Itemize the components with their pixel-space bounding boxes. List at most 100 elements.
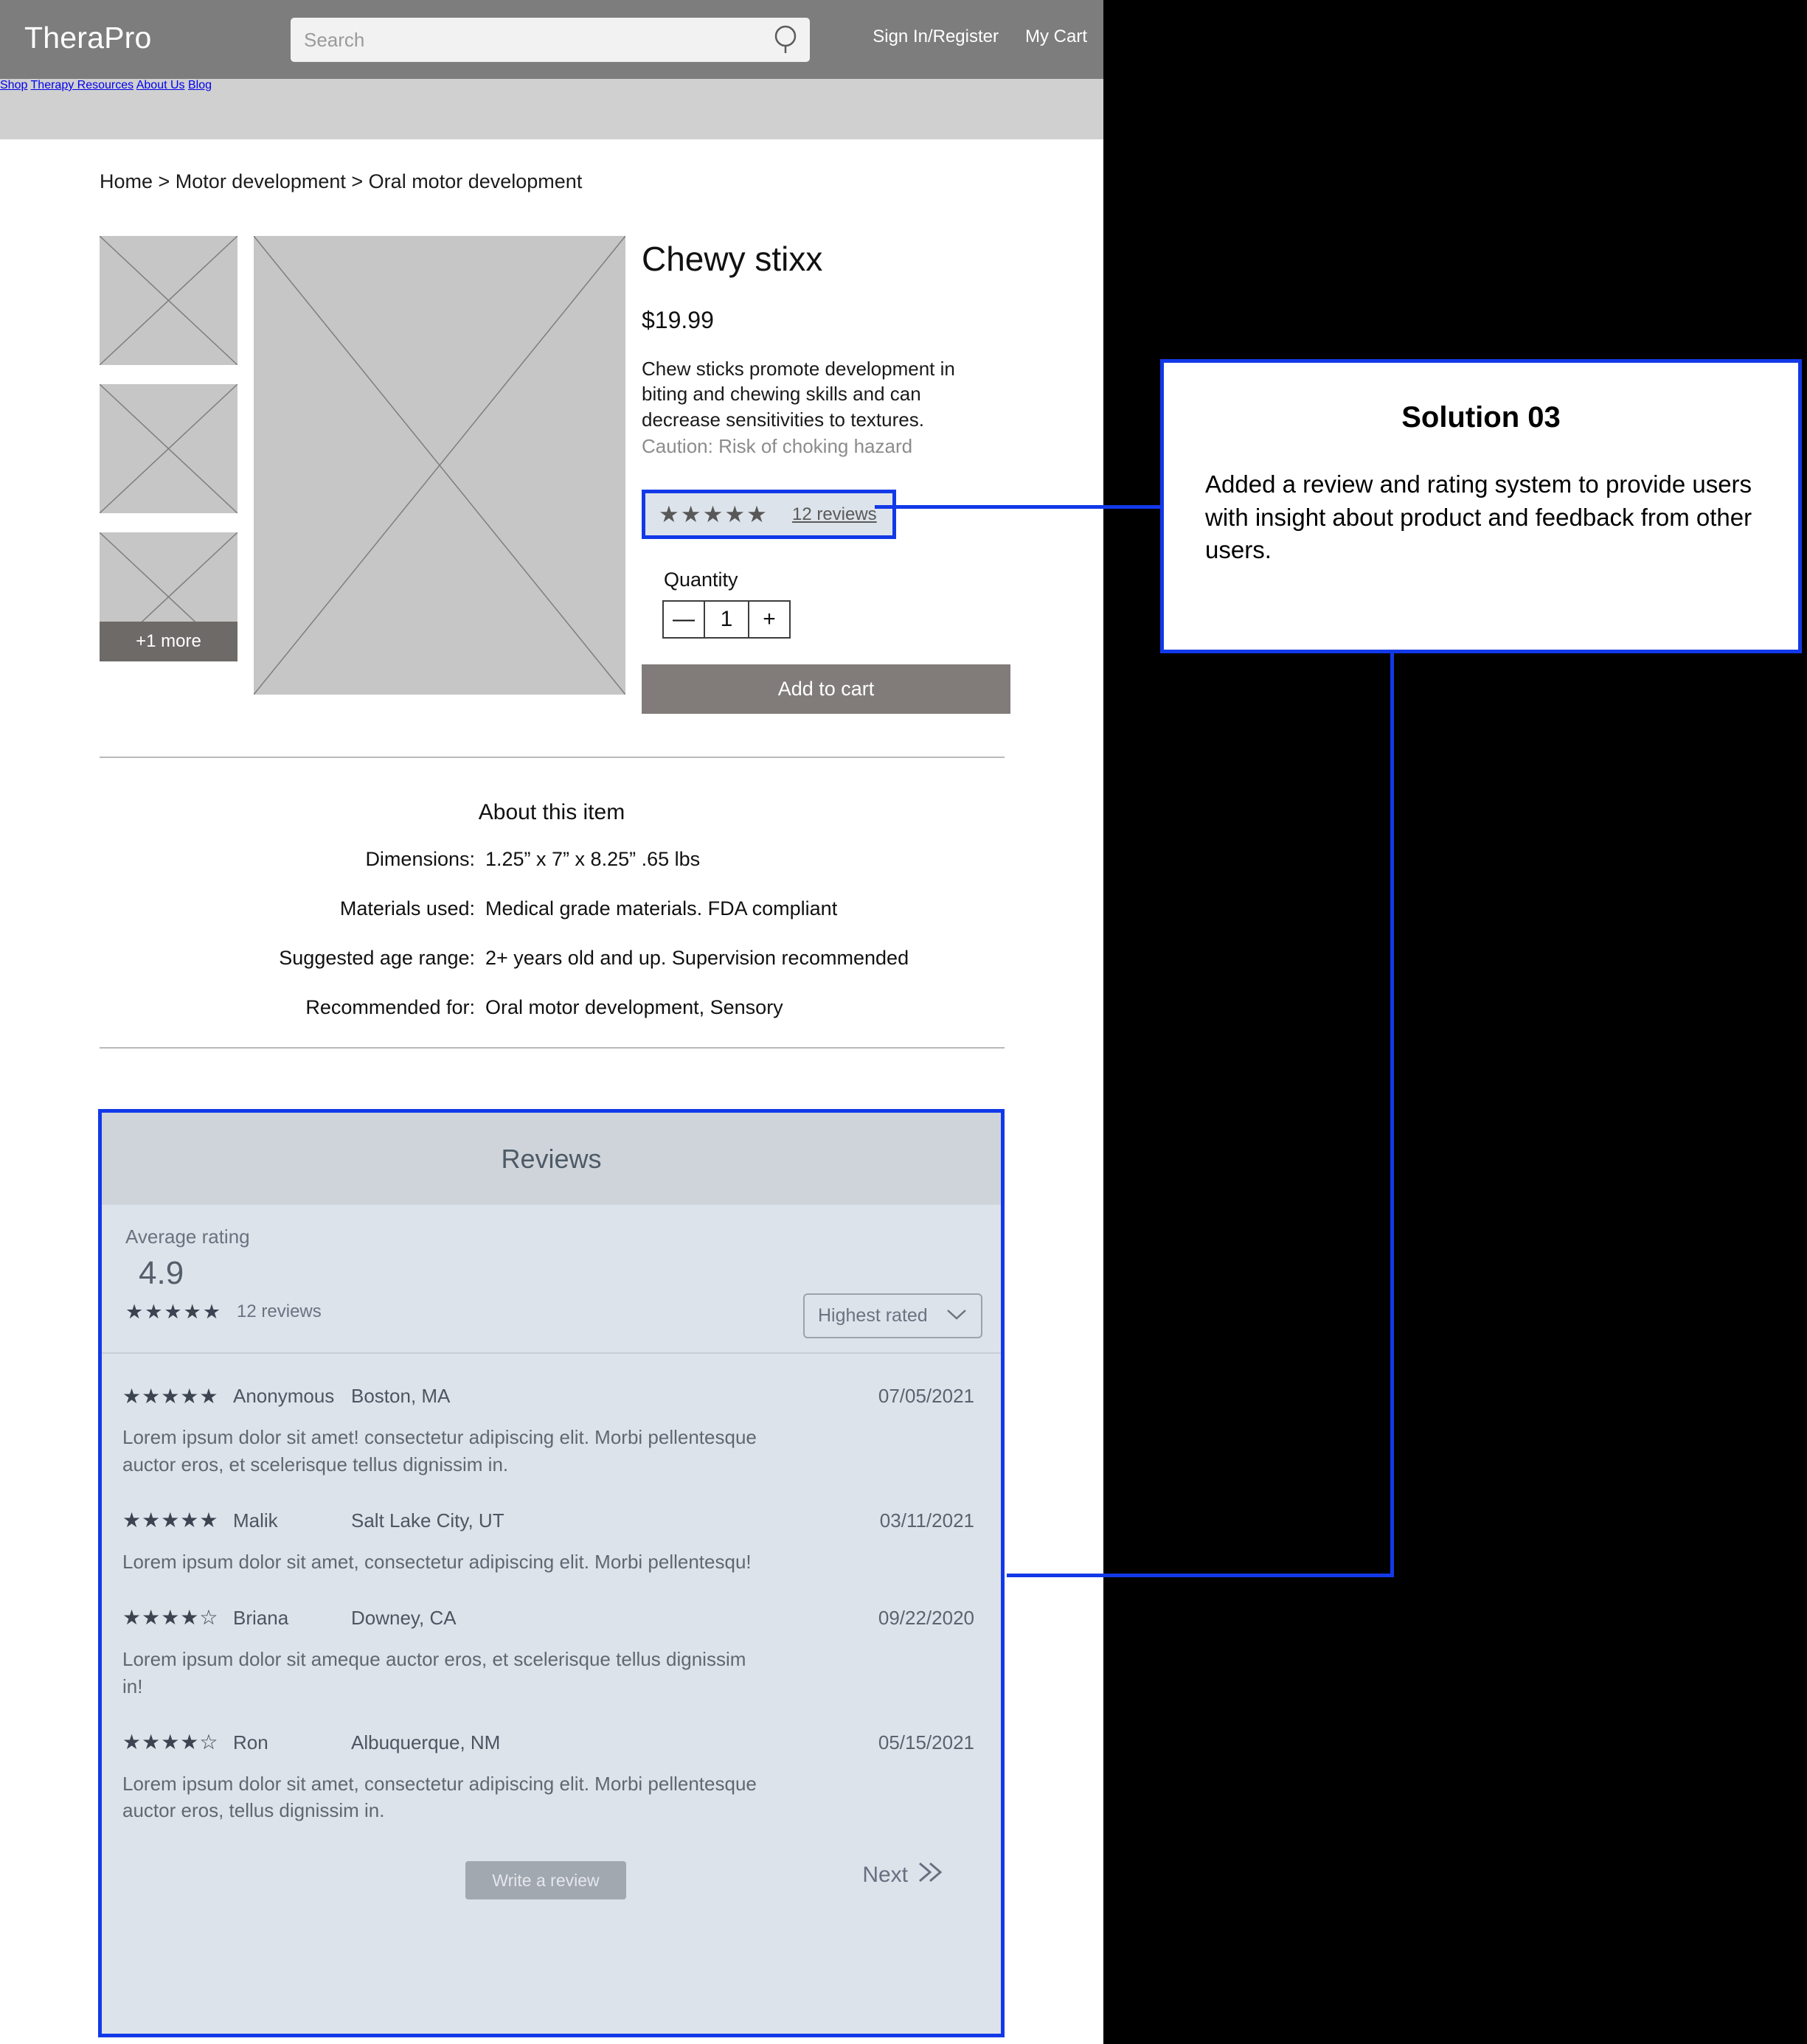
quantity-label: Quantity bbox=[664, 569, 738, 591]
annotation-callout: Solution 03 Added a review and rating sy… bbox=[1160, 359, 1802, 653]
callout-connector-segment-bottom bbox=[1007, 1574, 1394, 1577]
review-author: Malik bbox=[233, 1509, 278, 1532]
my-cart-link[interactable]: My Cart bbox=[1025, 27, 1087, 47]
review-author: Anonymous bbox=[233, 1385, 335, 1407]
reviews-count-link[interactable]: 12 reviews bbox=[792, 504, 877, 525]
search-input[interactable] bbox=[291, 28, 766, 52]
product-hero-image[interactable] bbox=[254, 236, 625, 695]
account-links: Sign In/Register My Cart bbox=[873, 27, 1087, 47]
reviews-heading: Reviews bbox=[501, 1143, 602, 1174]
annotation-title: Solution 03 bbox=[1401, 401, 1561, 434]
section-divider-bottom bbox=[100, 1047, 1005, 1049]
product-price: $19.99 bbox=[642, 307, 714, 333]
next-page-label: Next bbox=[862, 1863, 908, 1888]
review-stars: ★★★★☆ bbox=[122, 1606, 219, 1630]
about-spec-key: Materials used: bbox=[339, 897, 475, 920]
about-spec-row: Recommended for: Oral motor development,… bbox=[100, 996, 1005, 1019]
thumbnail-image-1[interactable] bbox=[100, 236, 237, 365]
thumbnail-list: +1 more bbox=[100, 236, 237, 714]
about-section-title: About this item bbox=[478, 800, 625, 824]
about-spec-value: Oral motor development, Sensory bbox=[485, 996, 783, 1018]
review-item: ★★★★☆ Ron Albuquerque, NM 05/15/2021 Lor… bbox=[122, 1700, 980, 1825]
callout-connector-segment-vertical bbox=[1390, 835, 1394, 1577]
product-title: Chewy stixx bbox=[642, 240, 823, 278]
review-header: ★★★★★ Malik Salt Lake City, UT 03/11/202… bbox=[122, 1509, 980, 1532]
review-list: ★★★★★ Anonymous Boston, MA 07/05/2021 Lo… bbox=[102, 1354, 1001, 1944]
next-page-link[interactable]: Next bbox=[862, 1860, 945, 1891]
review-date: 07/05/2021 bbox=[878, 1385, 974, 1407]
rating-stars: ★★★★★ bbox=[659, 501, 769, 528]
review-stars: ★★★★★ bbox=[122, 1509, 219, 1532]
about-spec-row: Dimensions: 1.25” x 7” x 8.25” .65 lbs bbox=[100, 848, 1005, 871]
annotation-body: Added a review and rating system to prov… bbox=[1205, 470, 1752, 564]
thumbnail-image-2[interactable] bbox=[100, 384, 237, 513]
review-item: ★★★★★ Malik Salt Lake City, UT 03/11/202… bbox=[122, 1478, 980, 1576]
nav-item-shop[interactable]: Shop bbox=[0, 79, 27, 91]
quantity-stepper[interactable]: — 1 + bbox=[662, 600, 793, 639]
about-spec-value: 2+ years old and up. Supervision recomme… bbox=[485, 947, 909, 969]
search-bar[interactable] bbox=[291, 18, 810, 62]
section-divider-top bbox=[100, 757, 1005, 758]
review-location: Albuquerque, NM bbox=[351, 1731, 501, 1753]
callout-connector-segment-top bbox=[875, 505, 1162, 509]
about-spec-row: Materials used: Medical grade materials.… bbox=[100, 897, 1005, 920]
review-date: 09/22/2020 bbox=[878, 1606, 974, 1629]
review-stars: ★★★★☆ bbox=[122, 1731, 219, 1754]
review-body: Lorem ipsum dolor sit amet, consectetur … bbox=[122, 1550, 752, 1573]
about-spec-value: Medical grade materials. FDA compliant bbox=[485, 897, 838, 920]
about-spec-key: Dimensions: bbox=[365, 848, 475, 870]
double-chevron-right-icon bbox=[915, 1860, 945, 1891]
add-to-cart-button[interactable]: Add to cart bbox=[642, 664, 1010, 715]
about-spec-key: Suggested age range: bbox=[279, 947, 475, 969]
review-item: ★★★★★ Anonymous Boston, MA 07/05/2021 Lo… bbox=[122, 1354, 980, 1478]
average-rating-label: Average rating bbox=[125, 1226, 250, 1248]
average-rating-stars: ★★★★★ bbox=[125, 1300, 223, 1323]
reviews-sort-select[interactable]: Highest rated bbox=[803, 1293, 982, 1338]
review-author: Ron bbox=[233, 1731, 268, 1753]
product-section: +1 more Chewy stixx $19.99 Chew sticks p… bbox=[100, 236, 1010, 715]
review-date: 03/11/2021 bbox=[879, 1509, 974, 1532]
quantity-value[interactable]: 1 bbox=[704, 600, 749, 639]
review-location: Downey, CA bbox=[351, 1606, 457, 1629]
thumbnail-image-3-more[interactable]: +1 more bbox=[100, 532, 237, 661]
about-spec-row: Suggested age range: 2+ years old and up… bbox=[100, 947, 1005, 970]
review-body: Lorem ipsum dolor sit amet! consectetur … bbox=[122, 1426, 757, 1475]
reviews-header: Reviews bbox=[102, 1113, 1001, 1205]
review-date: 05/15/2021 bbox=[878, 1731, 974, 1753]
product-info: Chewy stixx $19.99 Chew sticks promote d… bbox=[642, 236, 1010, 715]
quantity-decrement-button[interactable]: — bbox=[662, 600, 705, 639]
product-caution: Caution: Risk of choking hazard bbox=[642, 434, 913, 457]
chevron-down-icon bbox=[946, 1305, 968, 1327]
average-rating-count: 12 reviews bbox=[237, 1301, 322, 1321]
more-images-label[interactable]: +1 more bbox=[100, 622, 237, 661]
screenshot-root: TheraPro Sign In/Register My Cart Shop T… bbox=[0, 0, 1807, 2044]
browser-page: TheraPro Sign In/Register My Cart Shop T… bbox=[0, 0, 1103, 2044]
search-icon[interactable] bbox=[766, 18, 810, 62]
about-spec-value: 1.25” x 7” x 8.25” .65 lbs bbox=[485, 848, 701, 870]
average-rating-value: 4.9 bbox=[139, 1255, 184, 1291]
review-header: ★★★★☆ Ron Albuquerque, NM 05/15/2021 bbox=[122, 1731, 980, 1754]
product-rating-summary[interactable]: ★★★★★ 12 reviews bbox=[642, 490, 896, 540]
about-spec-list: Dimensions: 1.25” x 7” x 8.25” .65 lbs M… bbox=[100, 848, 1005, 1046]
nav-item-therapy-resources[interactable]: Therapy Resources bbox=[31, 79, 134, 91]
breadcrumb[interactable]: Home > Motor development > Oral motor de… bbox=[100, 170, 582, 193]
main-nav: Shop Therapy Resources About Us Blog bbox=[0, 79, 1103, 139]
callout-connector-segment-down bbox=[1390, 653, 1394, 838]
site-logo[interactable]: TheraPro bbox=[24, 21, 152, 55]
write-a-review-button[interactable]: Write a review bbox=[465, 1861, 626, 1900]
review-body: Lorem ipsum dolor sit ameque auctor eros… bbox=[122, 1647, 746, 1697]
review-header: ★★★★☆ Briana Downey, CA 09/22/2020 bbox=[122, 1607, 980, 1630]
nav-item-blog[interactable]: Blog bbox=[188, 79, 212, 91]
review-body: Lorem ipsum dolor sit amet, consectetur … bbox=[122, 1772, 757, 1822]
quantity-increment-button[interactable]: + bbox=[748, 600, 791, 639]
average-rating-block: Average rating 4.9 ★★★★★ 12 reviews High… bbox=[102, 1205, 1001, 1352]
review-location: Salt Lake City, UT bbox=[351, 1509, 504, 1532]
review-stars: ★★★★★ bbox=[122, 1384, 219, 1408]
about-spec-key: Recommended for: bbox=[305, 996, 475, 1018]
reviews-panel: Reviews Average rating 4.9 ★★★★★ 12 revi… bbox=[98, 1109, 1005, 2037]
review-header: ★★★★★ Anonymous Boston, MA 07/05/2021 bbox=[122, 1385, 980, 1408]
nav-item-about-us[interactable]: About Us bbox=[136, 79, 185, 91]
sign-in-register-link[interactable]: Sign In/Register bbox=[873, 27, 999, 47]
review-item: ★★★★☆ Briana Downey, CA 09/22/2020 Lorem… bbox=[122, 1576, 980, 1700]
reviews-sort-value: Highest rated bbox=[818, 1305, 928, 1326]
